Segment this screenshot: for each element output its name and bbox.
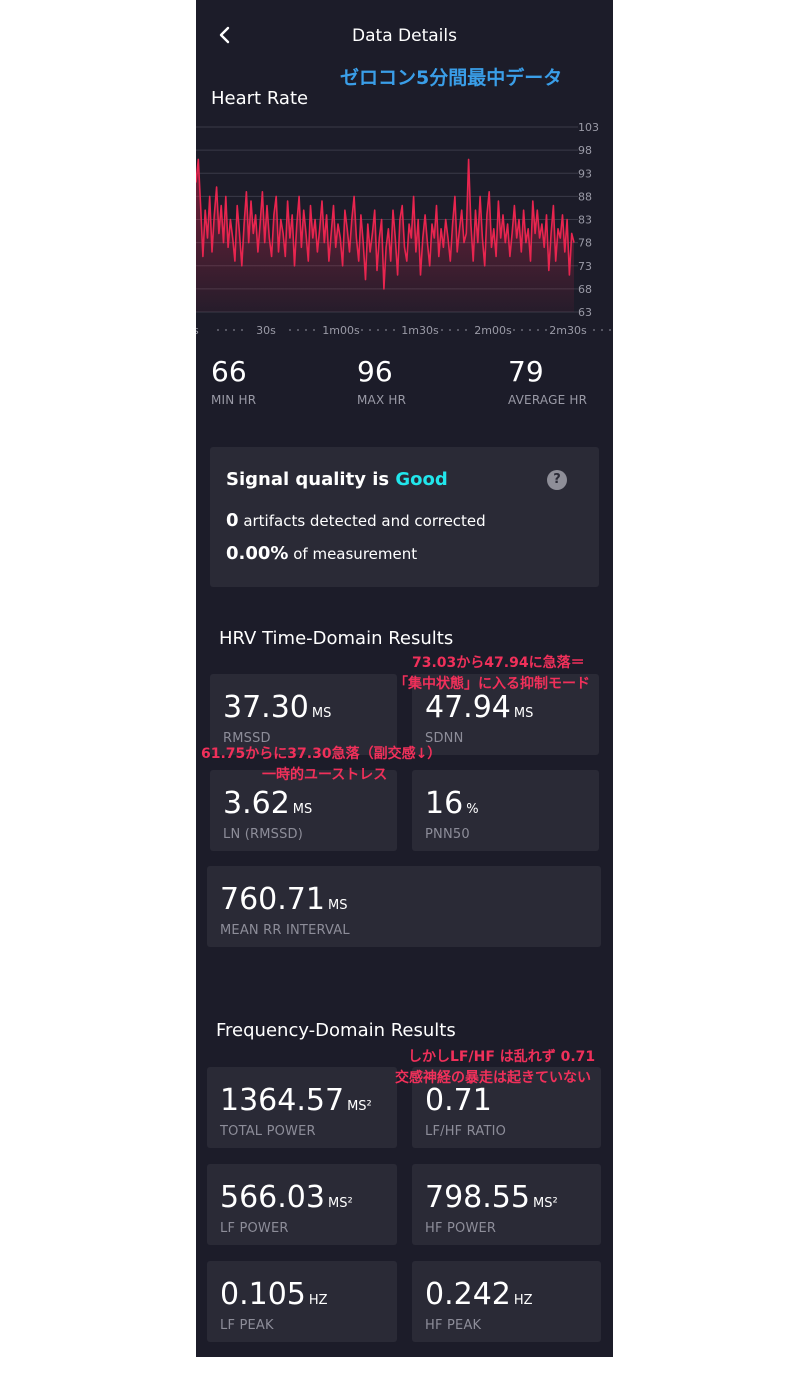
- max-hr-label: MAX HR: [357, 393, 407, 407]
- artifacts-line: 0 artifacts detected and corrected: [226, 510, 486, 531]
- axis-dot: [289, 329, 291, 331]
- y-tick-label: 83: [578, 214, 592, 227]
- frequency-domain-title: Frequency-Domain Results: [216, 1020, 456, 1041]
- metric-label: HF PEAK: [425, 1318, 482, 1333]
- axis-dot: [609, 329, 611, 331]
- axis-dot: [305, 329, 307, 331]
- measurement-percent: 0.00%: [226, 543, 289, 564]
- metric-value: 0.105 HZ: [220, 1277, 328, 1312]
- metric-label: HF POWER: [425, 1221, 497, 1236]
- time-domain-title: HRV Time-Domain Results: [219, 628, 454, 649]
- axis-dot: [369, 329, 371, 331]
- x-tick-label: 1m30s: [401, 324, 439, 337]
- axis-dot: [361, 329, 363, 331]
- heart-rate-title: Heart Rate: [211, 88, 309, 109]
- min-hr-label: MIN HR: [211, 393, 257, 407]
- signal-quality-title: Signal quality is Good: [226, 469, 448, 490]
- metric-card-hf-power: 798.55 MS² HF POWER: [412, 1164, 601, 1245]
- annotation-sdnn-line1: 73.03から47.94に急落＝: [412, 655, 585, 671]
- artifacts-count: 0: [226, 510, 239, 531]
- annotation-sdnn-line2: 「集中状態」に入る抑制モード: [394, 676, 590, 692]
- annotation-rmssd-line2: 一時的ユーストレス: [262, 767, 388, 783]
- axis-dot: [233, 329, 235, 331]
- axis-dot: [217, 329, 219, 331]
- annotation-rmssd-line1: 61.75からに37.30急落（副交感↓）: [201, 746, 442, 762]
- y-tick-label: 63: [578, 306, 592, 319]
- metric-label: LN (RMSSD): [223, 827, 304, 842]
- y-tick-label: 68: [578, 283, 592, 296]
- metric-value: 16%: [425, 786, 479, 821]
- max-hr-value: 96: [357, 355, 393, 388]
- y-axis-ticks: 103 98 93 88 83 78 73 68 63: [578, 121, 599, 319]
- y-tick-label: 78: [578, 237, 592, 250]
- metric-label: PNN50: [425, 827, 470, 842]
- axis-dot: [545, 329, 547, 331]
- heart-rate-chart: 103 98 93 88 83 78 73 68 63 0s 30s 1m00s 1m30s 2m00s…: [196, 121, 611, 337]
- axis-dot: [593, 329, 595, 331]
- y-tick-label: 73: [578, 260, 592, 273]
- axis-dot: [297, 329, 299, 331]
- metric-value: 47.94 MS: [425, 690, 534, 725]
- y-tick-label: 93: [578, 167, 592, 180]
- metric-value: 566.03 MS²: [220, 1180, 353, 1215]
- signal-quality-card: Signal quality is Good ? 0 artifacts det…: [210, 447, 599, 587]
- measurement-text: of measurement: [293, 545, 418, 563]
- annotation-lfhf-line1: しかしLF/HF は乱れず 0.71: [408, 1049, 596, 1065]
- metric-value: 3.62 MS: [223, 786, 313, 821]
- metric-value: 760.71 MS: [220, 882, 348, 917]
- metric-label: LF PEAK: [220, 1318, 274, 1333]
- y-tick-label: 98: [578, 144, 592, 157]
- metric-value: 0.71: [425, 1083, 492, 1118]
- avg-hr-label: AVERAGE HR: [508, 393, 588, 407]
- signal-quality-status: Good: [395, 469, 448, 490]
- metric-card-lf-power: 566.03 MS² LF POWER: [207, 1164, 397, 1245]
- artifacts-text: artifacts detected and corrected: [243, 512, 486, 530]
- annotation-blue-note: ゼロコン5分間最中データ: [340, 67, 563, 89]
- x-tick-label: 2m00s: [474, 324, 512, 337]
- x-tick-label: 2m30s: [549, 324, 587, 337]
- axis-dot: [393, 329, 395, 331]
- axis-dot: [377, 329, 379, 331]
- signal-quality-prefix: Signal quality is: [226, 469, 390, 490]
- metric-value: 37.30 MS: [223, 690, 332, 725]
- axis-dot: [601, 329, 603, 331]
- axis-dot: [513, 329, 515, 331]
- axis-dot: [465, 329, 467, 331]
- metric-card-hf-peak: 0.242 HZ HF PEAK: [412, 1261, 601, 1342]
- axis-dot: [385, 329, 387, 331]
- axis-dot: [225, 329, 227, 331]
- y-tick-label: 88: [578, 190, 592, 203]
- metric-label: TOTAL POWER: [220, 1124, 316, 1139]
- metric-card-lf-peak: 0.105 HZ LF PEAK: [207, 1261, 397, 1342]
- help-icon[interactable]: ?: [547, 470, 567, 490]
- x-tick-label: 30s: [256, 324, 276, 337]
- axis-dot: [457, 329, 459, 331]
- x-tick-label: 0s: [196, 324, 199, 337]
- annotation-lfhf-line2: 交感神経の暴走は起きていない: [395, 1070, 591, 1086]
- metric-card-pnn50: 16% PNN50: [412, 770, 599, 851]
- y-tick-label: 103: [578, 121, 599, 134]
- metric-label: MEAN RR INTERVAL: [220, 923, 350, 938]
- metric-value: 1364.57 MS²: [220, 1083, 372, 1118]
- min-hr-value: 66: [211, 355, 247, 388]
- axis-dot: [449, 329, 451, 331]
- axis-dot: [441, 329, 443, 331]
- measurement-line: 0.00% of measurement: [226, 543, 417, 564]
- axis-dot: [529, 329, 531, 331]
- avg-hr-value: 79: [508, 355, 544, 388]
- axis-dot: [537, 329, 539, 331]
- axis-dot: [313, 329, 315, 331]
- page-title: Data Details: [352, 26, 457, 46]
- x-axis-ticks: 0s 30s 1m00s 1m30s 2m00s 2m30s: [196, 324, 587, 337]
- metric-label: LF/HF RATIO: [425, 1124, 507, 1139]
- metric-card-mean-rr: 760.71 MS MEAN RR INTERVAL: [207, 866, 601, 947]
- metric-value: 798.55 MS²: [425, 1180, 558, 1215]
- metric-label: LF POWER: [220, 1221, 289, 1236]
- axis-dot: [521, 329, 523, 331]
- metric-card-total-power: 1364.57 MS² TOTAL POWER: [207, 1067, 397, 1148]
- axis-dot: [241, 329, 243, 331]
- metric-value: 0.242 HZ: [425, 1277, 533, 1312]
- x-tick-label: 1m00s: [322, 324, 360, 337]
